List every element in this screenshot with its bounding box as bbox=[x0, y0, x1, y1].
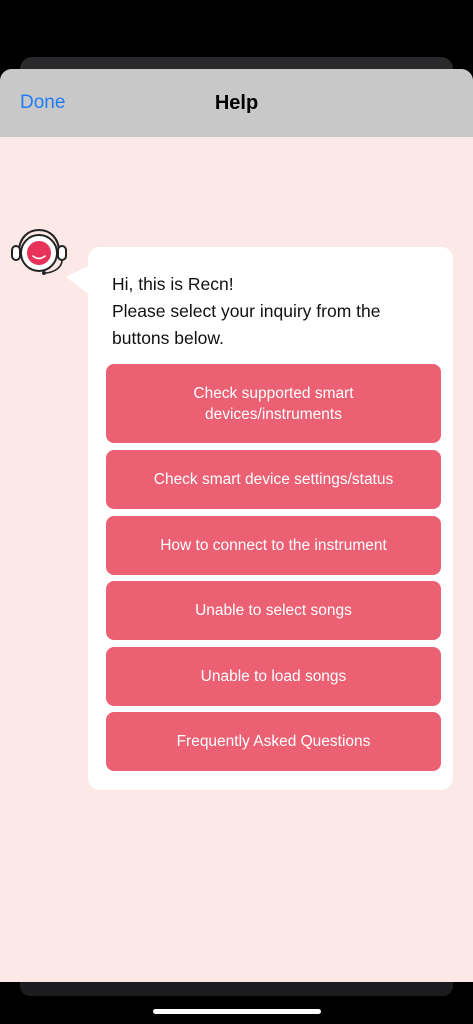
greeting-text: Hi, this is Recn! Please select your inq… bbox=[112, 271, 432, 352]
navigation-bar: Done Help bbox=[0, 69, 473, 137]
chat-bubble: Hi, this is Recn! Please select your inq… bbox=[88, 247, 453, 790]
help-sheet: Done Help Hi, this is Recn! Please selec… bbox=[0, 69, 473, 982]
headset-mascot-icon bbox=[11, 228, 67, 275]
bottom-card-edge bbox=[20, 982, 453, 996]
home-indicator[interactable] bbox=[153, 1009, 321, 1014]
greeting-line-2: Please select your inquiry from the butt… bbox=[112, 301, 381, 348]
screen: Done Help Hi, this is Recn! Please selec… bbox=[0, 0, 473, 1024]
greeting-line-1: Hi, this is Recn! bbox=[112, 274, 234, 294]
how-to-connect-button[interactable]: How to connect to the instrument bbox=[106, 516, 441, 575]
page-title: Help bbox=[214, 92, 259, 114]
check-device-settings-button[interactable]: Check smart device settings/status bbox=[106, 450, 441, 509]
unable-to-select-songs-button[interactable]: Unable to select songs bbox=[106, 581, 441, 640]
check-supported-devices-button[interactable]: Check supported smart devices/instrument… bbox=[106, 364, 441, 443]
unable-to-load-songs-button[interactable]: Unable to load songs bbox=[106, 647, 441, 706]
speech-bubble-tail bbox=[66, 265, 90, 295]
faq-button[interactable]: Frequently Asked Questions bbox=[106, 712, 441, 771]
